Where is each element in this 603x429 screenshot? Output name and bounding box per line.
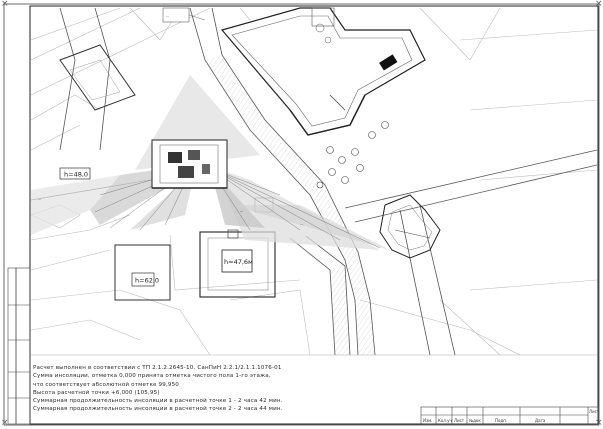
label-southwest-building: h=62,0 xyxy=(135,277,159,285)
tb-izm: Изм. xyxy=(423,418,433,423)
corner-mark-top-right: × xyxy=(595,0,603,9)
note-line-5: Суммарная продолжительность инсоляции в … xyxy=(33,398,283,405)
sector-callout-west: ... xyxy=(38,197,41,201)
note-line-4: Высота расчетной точки +6,000 (105,95) xyxy=(33,389,160,396)
building-calc xyxy=(151,139,228,189)
note-line-3: что соответствует абсолютной отметке 99,… xyxy=(33,381,179,388)
note-line-1: Расчет выполнен в соответствии с ТП 2.1.… xyxy=(33,365,282,371)
note-line-6: Суммарная продолжительность инсоляции в … xyxy=(33,406,283,413)
note-line-2: Сумма инсоляции, отметка 0,000 принята о… xyxy=(33,373,271,380)
corner-mark-bottom-left: × xyxy=(1,418,9,428)
label-central-building: h=47,6м xyxy=(224,258,253,266)
tb-ndoc: №док xyxy=(469,418,481,423)
tb-sheet-label: Лист xyxy=(589,409,600,414)
top-callout: ... xyxy=(166,14,169,18)
tb-list: Лист xyxy=(454,418,465,423)
corner-mark-top-left: × xyxy=(1,0,9,9)
sector-callout-center: ... xyxy=(240,209,243,213)
tb-podp: Подп. xyxy=(495,418,508,423)
tb-data: Дата xyxy=(535,418,546,423)
sector-callout-right: ... xyxy=(300,222,303,226)
calculation-notes: Расчет выполнен в соответствии с ТП 2.1.… xyxy=(33,364,363,414)
label-west-building: h=48,0 xyxy=(64,171,88,179)
tb-kol: Кол.уч xyxy=(438,418,452,423)
corner-mark-bottom-right: × xyxy=(595,418,603,428)
